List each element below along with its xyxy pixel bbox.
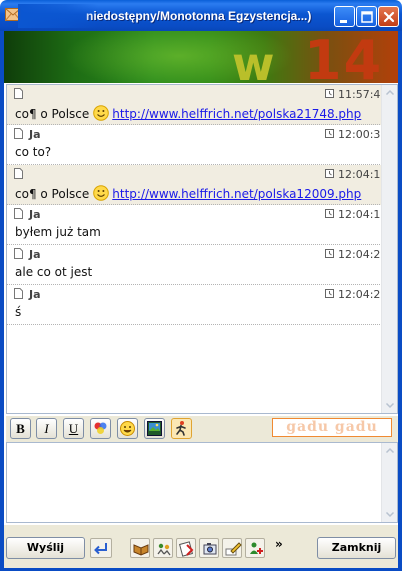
banner-number: 14 <box>304 31 384 83</box>
close-window-button[interactable] <box>378 6 399 27</box>
message-author: Ja <box>29 288 41 301</box>
message-item: 12:04:11 co¶ o Polsce http://www.helffri… <box>7 165 387 205</box>
send-file-button[interactable] <box>176 538 196 558</box>
document-icon <box>14 88 23 99</box>
message-text: ale co ot jest <box>15 265 93 279</box>
scroll-up-icon[interactable] <box>383 444 397 458</box>
document-icon <box>14 128 23 139</box>
italic-button[interactable]: I <box>36 418 57 439</box>
window-frame-right <box>398 31 402 571</box>
message-body: co¶ o Polsce <box>15 187 90 201</box>
scroll-down-icon[interactable] <box>383 507 397 521</box>
ring-button[interactable] <box>171 418 192 439</box>
message-item: Ja 12:04:29 ś <box>7 285 387 325</box>
minimize-button[interactable] <box>334 6 355 27</box>
message-item: Ja 12:00:37 co to? <box>7 125 387 165</box>
more-tools-icon[interactable]: » <box>275 537 287 551</box>
clock-icon <box>325 89 334 98</box>
message-text: co to? <box>15 145 52 159</box>
message-text: co¶ o Polsce http://www.helffrich.net/po… <box>15 105 361 121</box>
send-button[interactable]: Wyślij <box>6 537 85 559</box>
title-fade <box>18 4 98 28</box>
gadu-gadu-logo: gadu gadu <box>272 418 392 437</box>
color-palette-icon <box>94 422 107 434</box>
contact-banner: w 14 <box>4 31 398 83</box>
formatting-toolbar: B I U gadu gadu <box>6 416 398 442</box>
emoticon-icon <box>120 421 135 436</box>
edit-contact-button[interactable] <box>222 538 242 558</box>
contacts-icon <box>157 543 171 556</box>
voice-call-button[interactable] <box>199 538 219 558</box>
message-item: Ja 12:04:21 ale co ot jest <box>7 245 387 285</box>
chat-history[interactable]: 11:57:47 co¶ o Polsce http://www.helffri… <box>6 84 398 414</box>
message-author: Ja <box>29 208 41 221</box>
file-transfer-icon <box>179 541 194 557</box>
send-mode-button[interactable] <box>90 538 112 558</box>
bottom-toolbar: Wyślij » Zamknij <box>4 525 398 568</box>
message-body: co¶ o Polsce <box>15 107 90 121</box>
close-icon <box>383 11 395 23</box>
window-frame-left <box>0 31 4 571</box>
message-text: co¶ o Polsce http://www.helffrich.net/po… <box>15 185 361 201</box>
history-button[interactable] <box>130 538 150 558</box>
color-button[interactable] <box>90 418 111 439</box>
scroll-up-icon[interactable] <box>383 86 397 100</box>
image-button[interactable] <box>144 418 165 439</box>
clock-icon <box>325 249 334 258</box>
enter-arrow-icon <box>94 543 107 555</box>
message-time: 12:04:29 <box>338 288 388 301</box>
message-list: 11:57:47 co¶ o Polsce http://www.helffri… <box>7 85 387 325</box>
message-text: byłem już tam <box>15 225 101 239</box>
message-input[interactable] <box>6 442 398 523</box>
book-icon <box>133 544 149 556</box>
close-button[interactable]: Zamknij <box>317 537 396 559</box>
add-user-icon <box>250 542 263 554</box>
minimize-icon <box>340 20 347 23</box>
message-item: Ja 12:04:18 byłem już tam <box>7 205 387 245</box>
image-icon <box>147 421 162 436</box>
clock-icon <box>325 129 334 138</box>
document-icon <box>14 288 23 299</box>
message-link[interactable]: http://www.helffrich.net/polska21748.php <box>112 107 361 121</box>
clock-icon <box>325 209 334 218</box>
message-author: Ja <box>29 128 41 141</box>
contact-info-button[interactable] <box>153 538 173 558</box>
add-contact-button[interactable] <box>245 538 265 558</box>
window-title: niedostępny/Monotonna Egzystencja...) <box>86 9 312 23</box>
message-link[interactable]: http://www.helffrich.net/polska12009.php <box>112 187 361 201</box>
chat-scrollbar[interactable] <box>381 85 397 413</box>
scroll-down-icon[interactable] <box>383 398 397 412</box>
message-author: Ja <box>29 248 41 261</box>
clock-icon <box>325 289 334 298</box>
message-item: 11:57:47 co¶ o Polsce http://www.helffri… <box>7 85 387 125</box>
document-icon <box>14 208 23 219</box>
bold-button[interactable]: B <box>10 418 31 439</box>
message-text: ś <box>15 305 22 319</box>
clock-icon <box>325 169 334 178</box>
message-time: 12:04:18 <box>338 208 388 221</box>
message-time: 12:04:21 <box>338 248 388 261</box>
input-scrollbar[interactable] <box>381 443 397 522</box>
pencil-icon <box>225 542 242 556</box>
camera-icon <box>203 543 217 555</box>
document-icon <box>14 248 23 259</box>
message-time: 12:04:11 <box>338 168 388 181</box>
smiley-icon <box>93 185 110 201</box>
emoticon-button[interactable] <box>117 418 138 439</box>
maximize-button[interactable] <box>356 6 377 27</box>
banner-letter: w <box>232 37 277 83</box>
underline-button[interactable]: U <box>63 418 84 439</box>
message-time: 12:00:37 <box>338 128 388 141</box>
document-icon <box>14 168 23 179</box>
maximize-icon <box>361 11 373 23</box>
smiley-icon <box>93 105 110 121</box>
title-bar: niedostępny/Monotonna Egzystencja...) <box>0 0 402 31</box>
running-figure-icon <box>176 421 186 436</box>
message-time: 11:57:47 <box>338 88 388 101</box>
